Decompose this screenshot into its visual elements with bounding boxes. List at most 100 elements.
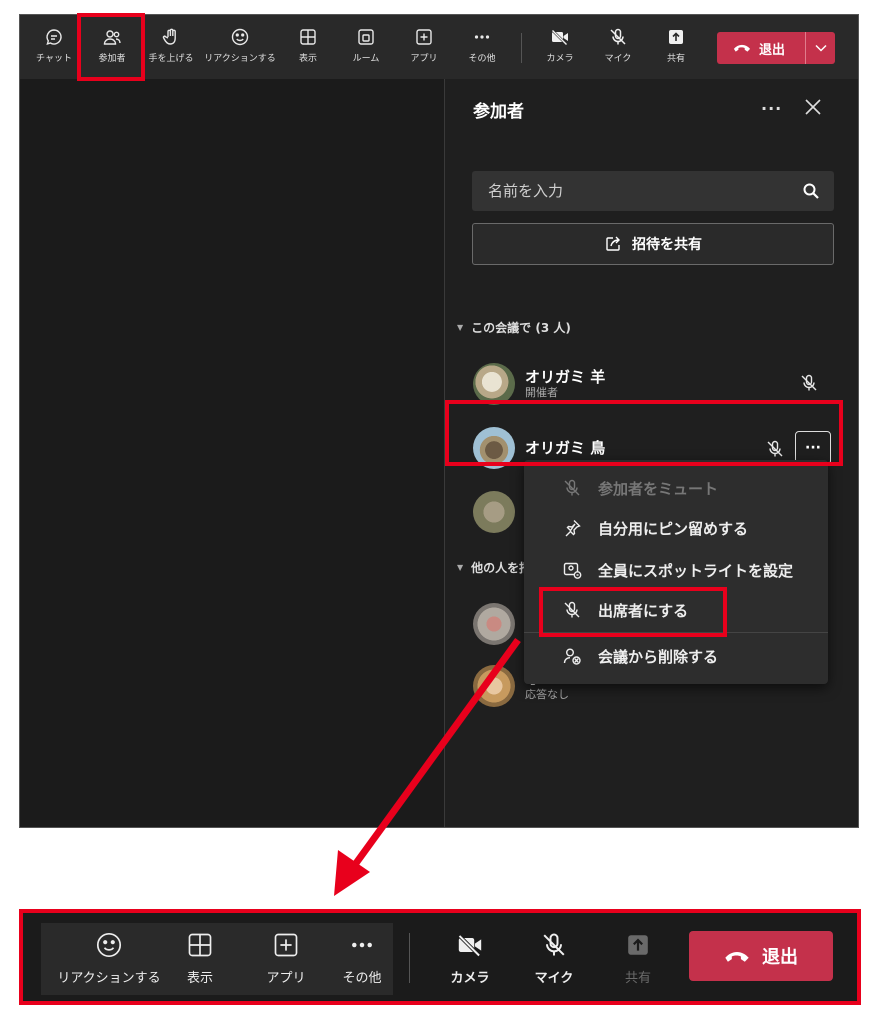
avatar-sheep	[473, 363, 515, 405]
toolbar-divider	[409, 933, 410, 983]
participant-name: オリガミ 羊	[525, 368, 606, 386]
spotlight-icon	[563, 562, 582, 579]
view-label: 表示	[186, 971, 213, 986]
camera-off-icon	[457, 933, 482, 958]
share-button[interactable]: 共有	[615, 927, 661, 993]
share-label: 共有	[666, 54, 685, 64]
grid-icon	[300, 29, 316, 45]
menu-item-label: 参加者をミュート	[598, 479, 719, 498]
mic-button[interactable]: マイク	[531, 927, 577, 993]
mic-label: マイク	[604, 54, 632, 64]
remove-person-icon	[563, 648, 581, 665]
mic-off-icon	[801, 374, 817, 391]
leave-label: 退出	[759, 42, 786, 58]
panel-more-button[interactable]: ···	[761, 99, 782, 118]
more-button[interactable]: その他	[337, 927, 387, 993]
chat-label: チャット	[36, 54, 72, 64]
more-label: その他	[468, 54, 496, 64]
leave-button[interactable]: 退出	[689, 931, 833, 981]
meeting-window: チャット 参加者 手を上げる リアクションする 表示 ルーム アプリ その他 カ…	[19, 14, 859, 828]
raise-hand-button[interactable]: 手を上げる	[146, 19, 196, 75]
share-invite-icon	[606, 236, 620, 251]
smiley-icon	[96, 932, 122, 958]
participant-name: オリガミ 鳥	[525, 439, 606, 457]
menu-item-label: 全員にスポットライトを設定	[598, 561, 794, 580]
reactions-label: リアクションする	[204, 54, 276, 64]
leave-main[interactable]: 退出	[717, 32, 805, 64]
more-label: その他	[342, 971, 382, 986]
more-dots-icon	[352, 942, 372, 948]
menu-item-spotlight[interactable]: 全員にスポットライトを設定	[524, 550, 828, 590]
menu-item-label: 自分用にピン留めする	[598, 519, 749, 538]
camera-label: カメラ	[450, 971, 490, 986]
more-button[interactable]: その他	[464, 19, 500, 75]
plus-box-icon	[416, 29, 432, 45]
apps-label: アプリ	[410, 54, 438, 64]
search-input[interactable]	[472, 171, 834, 211]
avatar-bird	[473, 427, 515, 469]
reactions-label: リアクションする	[57, 971, 161, 986]
hand-icon	[162, 28, 176, 45]
camera-button[interactable]: カメラ	[447, 927, 493, 993]
menu-item-mute: 参加者をミュート	[524, 468, 828, 508]
collapse-triangle-icon: ▼	[457, 323, 464, 332]
view-button[interactable]: 表示	[292, 19, 324, 75]
participant-row[interactable]: オリガミ 羊 開催者	[473, 361, 833, 407]
rooms-button[interactable]: ルーム	[350, 19, 382, 75]
more-dots-icon	[474, 35, 490, 39]
apps-label: アプリ	[266, 971, 306, 986]
share-icon	[628, 935, 648, 955]
camera-label: カメラ	[546, 54, 574, 64]
meeting-toolbar: チャット 参加者 手を上げる リアクションする 表示 ルーム アプリ その他 カ…	[20, 15, 858, 79]
share-label: 共有	[624, 971, 651, 986]
participant-context-menu: 参加者をミュート 自分用にピン留めする 全員にスポットライトを設定 出席者にする…	[524, 460, 828, 684]
leave-label: 退出	[762, 947, 798, 968]
view-button[interactable]: 表示	[177, 927, 223, 993]
avatar-animal	[473, 491, 515, 533]
share-button[interactable]: 共有	[660, 19, 692, 75]
leave-button[interactable]: 退出	[717, 32, 835, 64]
section-others[interactable]: ▼ 他の人を招	[457, 559, 531, 576]
section-others-label: 他の人を招	[471, 561, 532, 575]
participant-role: 開催者	[525, 386, 558, 399]
raise-hand-label: 手を上げる	[148, 54, 194, 64]
chevron-down-icon	[814, 44, 827, 52]
rooms-icon	[358, 29, 374, 45]
mic-off-icon	[564, 601, 580, 618]
collapse-triangle-icon: ▼	[457, 563, 464, 572]
chat-button[interactable]: チャット	[34, 19, 74, 75]
panel-title: 参加者	[473, 102, 524, 122]
mic-button[interactable]: マイク	[602, 19, 634, 75]
participant-text: オリガミ 羊 開催者	[515, 368, 605, 400]
page: チャット 参加者 手を上げる リアクションする 表示 ルーム アプリ その他 カ…	[0, 0, 880, 1009]
menu-item-label: 出席者にする	[598, 601, 689, 620]
smiley-icon	[231, 28, 249, 46]
menu-divider	[524, 632, 828, 633]
participant-role: 応答なし	[525, 688, 569, 701]
section-in-meeting[interactable]: ▼ この会議で (3 人)	[457, 319, 571, 336]
participants-button[interactable]: 参加者	[90, 19, 134, 75]
section-in-meeting-label: この会議で (3 人)	[471, 321, 571, 335]
menu-item-remove[interactable]: 会議から削除する	[524, 636, 828, 676]
menu-item-pin[interactable]: 自分用にピン留めする	[524, 508, 828, 548]
participants-panel: 参加者 ··· 招待を共有 ▼ この会議で (3 人) オリガミ 羊 開催者	[444, 79, 858, 827]
apps-button[interactable]: アプリ	[408, 19, 440, 75]
zoomed-toolbar: リアクションする 表示 アプリ その他 カメラ マイク 共有 退出	[19, 909, 861, 1005]
grid-icon	[188, 933, 212, 957]
apps-button[interactable]: アプリ	[263, 927, 309, 993]
pin-icon	[565, 520, 581, 537]
menu-item-make-attendee[interactable]: 出席者にする	[524, 590, 828, 630]
menu-item-label: 会議から削除する	[598, 647, 719, 666]
reactions-button[interactable]: リアクションする	[57, 927, 161, 993]
mic-off-icon	[564, 479, 580, 496]
reactions-button[interactable]: リアクションする	[204, 19, 276, 75]
invite-label: 招待を共有	[632, 237, 702, 253]
invite-button[interactable]: 招待を共有	[472, 223, 834, 265]
camera-button[interactable]: カメラ	[544, 19, 576, 75]
hang-up-icon	[725, 951, 749, 962]
hang-up-icon	[733, 44, 751, 52]
close-icon[interactable]	[801, 95, 825, 119]
leave-dropdown[interactable]	[806, 32, 835, 64]
mic-off-icon	[767, 440, 783, 457]
toolbar-divider	[521, 33, 522, 63]
